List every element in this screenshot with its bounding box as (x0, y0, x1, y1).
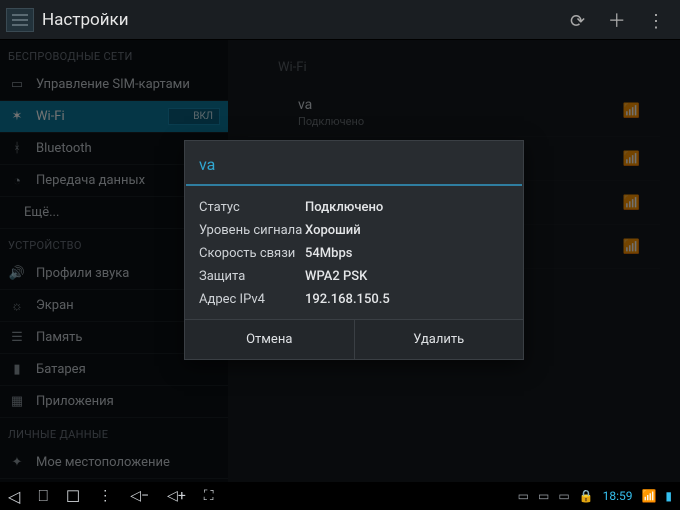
lock-icon: 🔒 (579, 489, 594, 503)
row-label: Защита (199, 269, 305, 284)
status-tray[interactable]: ▭ ▭ ▭ 🔒 18:59 📶 ▮ (512, 489, 672, 503)
refresh-icon[interactable]: ⟳ (566, 11, 590, 32)
battery-status-icon: ▮ (665, 489, 672, 503)
add-icon[interactable]: ＋ (605, 7, 629, 33)
forget-button[interactable]: Удалить (355, 320, 524, 359)
volume-up-icon[interactable]: ◁+ (167, 488, 186, 504)
row-value: Подключено (305, 200, 383, 215)
dialog-title: va (185, 141, 523, 184)
screenshot-icon[interactable]: ⛶ (204, 488, 214, 504)
row-value: Хороший (305, 223, 361, 238)
dialog-row-speed: Скорость связи 54Mbps (199, 242, 509, 265)
dialog-separator (186, 184, 522, 186)
dialog-body: Статус Подключено Уровень сигнала Хороши… (185, 194, 523, 319)
notify-icon: ▭ (518, 489, 529, 503)
app-title: Настройки (42, 10, 560, 30)
cancel-button[interactable]: Отмена (185, 320, 355, 359)
row-value: 54Mbps (305, 246, 352, 261)
row-label: Скорость связи (199, 246, 305, 261)
dialog-row-signal: Уровень сигнала Хороший (199, 219, 509, 242)
volume-down-icon[interactable]: ◁− (130, 488, 149, 504)
clock: 18:59 (603, 489, 633, 503)
notify-icon: ▭ (558, 489, 569, 503)
dialog-row-security: Защита WPA2 PSK (199, 265, 509, 288)
row-label: Адрес IPv4 (199, 292, 305, 307)
row-value: WPA2 PSK (305, 269, 367, 284)
home-icon[interactable]: ⎕ (38, 486, 48, 506)
row-label: Статус (199, 200, 305, 215)
row-value: 192.168.150.5 (305, 292, 390, 307)
header-actions: ⟳ ＋ ⋮ (560, 7, 674, 33)
back-icon[interactable]: ◁ (8, 487, 20, 506)
dialog-row-ipv4: Адрес IPv4 192.168.150.5 (199, 288, 509, 311)
recents-icon[interactable]: ☐ (66, 487, 80, 506)
settings-app-icon (6, 8, 34, 32)
system-bar: ◁ ⎕ ☐ ⋮ ◁− ◁+ ⛶ ▭ ▭ ▭ 🔒 18:59 📶 ▮ (0, 482, 680, 510)
dialog-buttons: Отмена Удалить (185, 319, 523, 359)
wifi-network-dialog: va Статус Подключено Уровень сигнала Хор… (184, 140, 524, 360)
row-label: Уровень сигнала (199, 223, 305, 238)
dialog-row-status: Статус Подключено (199, 196, 509, 219)
overflow-menu-icon[interactable]: ⋮ (644, 11, 668, 32)
app-header: Настройки ⟳ ＋ ⋮ (0, 0, 680, 40)
menu-icon[interactable]: ⋮ (98, 488, 112, 504)
notify-icon: ▭ (538, 489, 549, 503)
wifi-status-icon: 📶 (641, 489, 656, 503)
screen: Настройки ⟳ ＋ ⋮ БЕСПРОВОДНЫЕ СЕТИ ▭ Упра… (0, 0, 680, 510)
